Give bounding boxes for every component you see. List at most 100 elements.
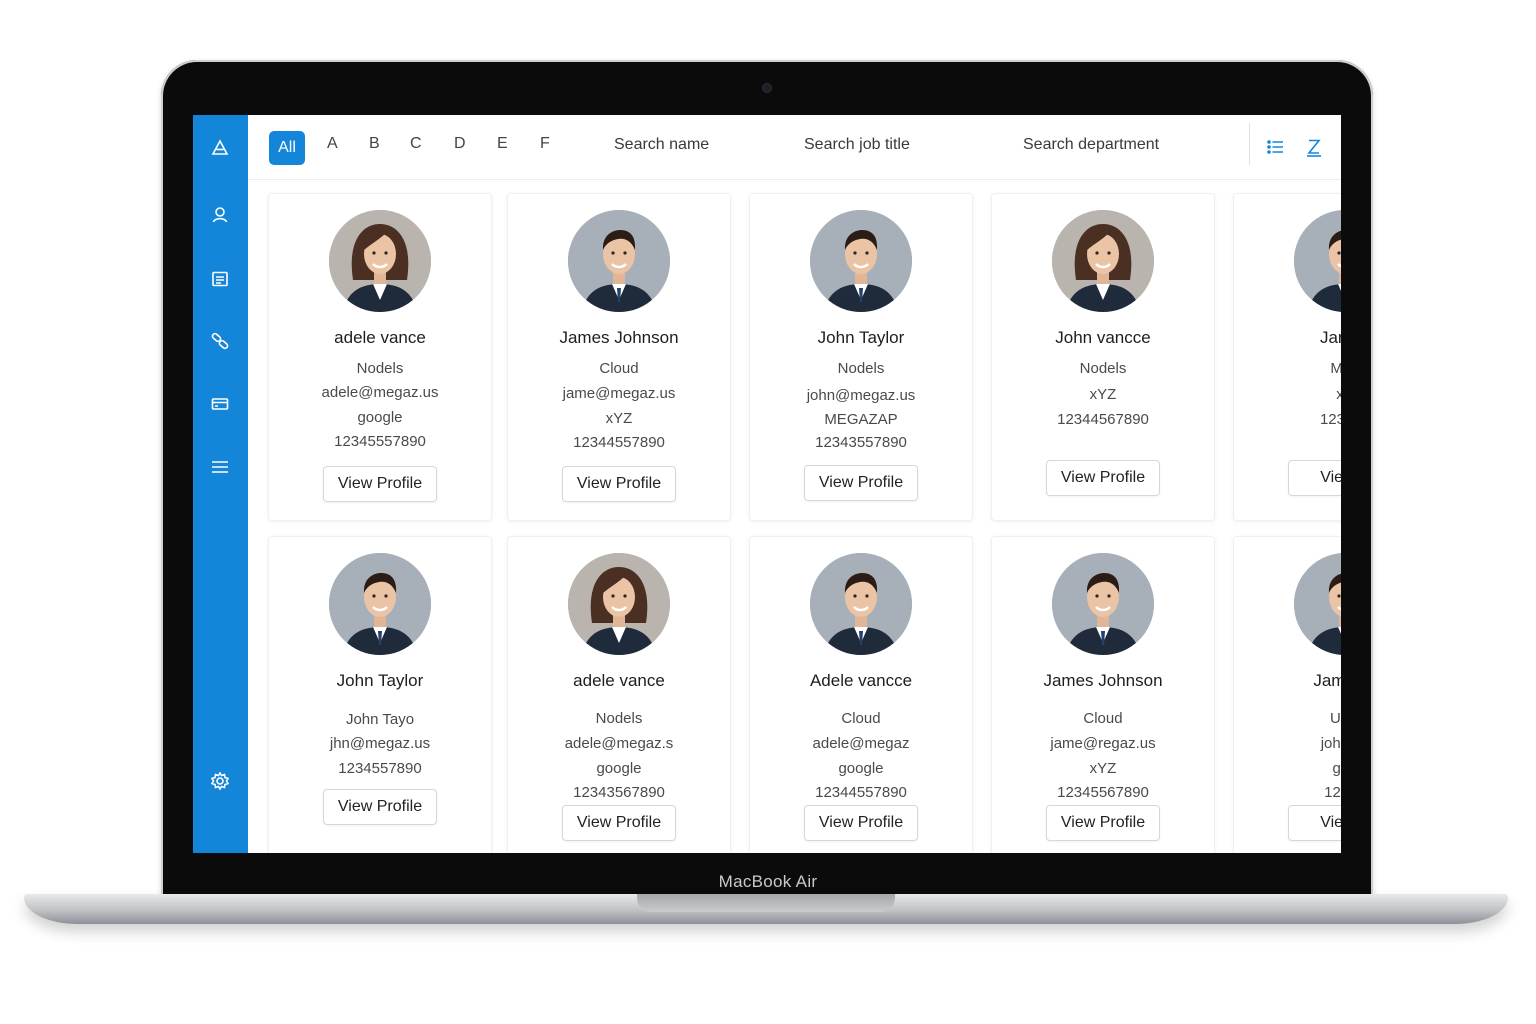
profile-name: John Taylor: [336, 671, 424, 690]
profile-detail: jame@regaz.us: [1050, 735, 1156, 752]
profile-detail: xY: [1234, 386, 1341, 403]
profile-name: adele vance: [334, 328, 426, 347]
view-profile-button[interactable]: View Profile: [804, 465, 918, 501]
profile-detail: xYZ: [605, 410, 633, 427]
profile-name: James J: [1313, 671, 1341, 690]
profile-detail: MEGAZAP: [824, 411, 898, 428]
profile-name: John Taylor: [817, 328, 905, 347]
profile-detail: Usel: [1329, 710, 1341, 727]
view-profile-button[interactable]: View Profile: [804, 805, 918, 841]
profile-name: adele vance: [573, 671, 665, 690]
device-label: MacBook Air: [718, 872, 818, 891]
profile-card: James Johnson Cloud jame@megaz.us xYZ 123445…: [507, 193, 731, 521]
filter-letter-b[interactable]: B: [369, 135, 380, 153]
profile-detail: john@r: [1320, 735, 1341, 752]
profile-detail: Nodels: [595, 710, 643, 727]
profile-card: James Johnson Cloud jame@regaz.us xYZ 123455…: [991, 536, 1215, 853]
avatar: [1294, 553, 1341, 655]
profile-card: James J Usel john@r goo 12345 View P: [1233, 536, 1341, 853]
profile-name: James: [1319, 328, 1341, 347]
profile-card: John Taylor John Tayo jhn@megaz.us 12345578…: [268, 536, 492, 853]
profile-detail: 12344557890: [573, 434, 665, 451]
avatar: [1052, 210, 1154, 312]
avatar: [329, 210, 431, 312]
filter-letter-d[interactable]: D: [454, 135, 466, 153]
profile-detail: xYZ: [1089, 386, 1117, 403]
profile-detail: adele@megaz: [812, 735, 910, 752]
profile-detail: 12345557890: [334, 433, 426, 450]
profile-detail: Mod: [1234, 360, 1341, 377]
document-icon[interactable]: [207, 266, 233, 292]
profile-detail: 1234557890: [338, 760, 422, 777]
profile-detail: google: [838, 760, 884, 777]
card-icon[interactable]: [207, 391, 233, 417]
search-department-input[interactable]: [1021, 135, 1215, 155]
filter-letter-e[interactable]: E: [497, 135, 508, 153]
profile-name: Adele vancce: [809, 671, 913, 690]
link-icon[interactable]: [207, 328, 233, 354]
filter-letter-c[interactable]: C: [410, 135, 422, 153]
sidebar: [193, 115, 248, 853]
view-profile-button[interactable]: View P: [1288, 460, 1341, 496]
profile-detail: john@megaz.us: [806, 387, 916, 404]
profile-name: James Johnson: [559, 328, 679, 347]
sort-icon[interactable]: [1304, 137, 1324, 157]
view-profile-button[interactable]: View Profile: [323, 466, 437, 502]
profile-detail: Nodels: [1079, 360, 1127, 377]
profile-detail: 12344557890: [815, 784, 907, 801]
profile-detail: Cloud: [841, 710, 881, 727]
profile-detail: adele@megaz.s: [564, 735, 674, 752]
profile-detail: Nodels: [837, 360, 885, 377]
settings-icon[interactable]: [207, 768, 233, 794]
laptop-notch: [637, 894, 895, 912]
view-profile-button[interactable]: View Profile: [323, 789, 437, 825]
avatar: [568, 553, 670, 655]
logo-icon[interactable]: [207, 135, 233, 161]
avatar: [1052, 553, 1154, 655]
filter-letter-f[interactable]: F: [540, 135, 550, 153]
view-profile-button[interactable]: View Profile: [562, 805, 676, 841]
view-profile-button[interactable]: View Profile: [1046, 460, 1160, 496]
profile-card: John vancce Nodels xYZ 12344567890 View Prof…: [991, 193, 1215, 521]
profile-detail: google: [596, 760, 642, 777]
filter-letter-a[interactable]: A: [327, 135, 338, 153]
view-profile-button[interactable]: View Profile: [562, 466, 676, 502]
list-view-icon[interactable]: [1266, 137, 1286, 157]
profile-detail: 12344567890: [1057, 411, 1149, 428]
search-job-title-input[interactable]: [802, 135, 966, 155]
profile-detail: 12345567890: [1057, 784, 1149, 801]
profile-detail: 12343567890: [573, 784, 665, 801]
avatar: [810, 553, 912, 655]
profile-detail: 12345: [1324, 784, 1341, 801]
profile-card: Adele vancce Cloud adele@megaz google 123445…: [749, 536, 973, 853]
avatar: [810, 210, 912, 312]
profile-card: adele vance Nodels adele@megaz.s google 1234…: [507, 536, 731, 853]
profile-detail: 123435: [1319, 411, 1341, 428]
profile-card: James Mod xY 123435 View P: [1233, 193, 1341, 521]
avatar: [568, 210, 670, 312]
menu-icon[interactable]: [207, 454, 233, 480]
profile-detail: John Tayo: [345, 711, 415, 728]
profile-card: adele vance Nodels adele@megaz.us google 123…: [268, 193, 492, 521]
avatar: [1294, 210, 1341, 312]
profile-detail: xYZ: [1089, 760, 1117, 777]
view-profile-button[interactable]: View P: [1288, 805, 1341, 841]
toolbar-divider: [1249, 123, 1250, 165]
filter-all-button[interactable]: All: [269, 131, 305, 165]
user-icon[interactable]: [207, 202, 233, 228]
profile-detail: jhn@megaz.us: [329, 735, 431, 752]
profile-name: John vancce: [1055, 328, 1151, 347]
camera-dot: [763, 84, 771, 92]
profile-detail: Cloud: [599, 360, 639, 377]
profile-detail: jame@megaz.us: [562, 385, 676, 402]
search-name-input[interactable]: [612, 135, 766, 155]
profile-name: James Johnson: [1043, 671, 1163, 690]
profile-detail: adele@megaz.us: [321, 384, 439, 401]
profile-detail: google: [357, 409, 403, 426]
profile-detail: Nodels: [356, 360, 404, 377]
profile-card: John Taylor Nodels john@megaz.us MEGAZAP 123…: [749, 193, 973, 521]
filter-toolbar: All A B C D E F: [248, 115, 1341, 180]
view-profile-button[interactable]: View Profile: [1046, 805, 1160, 841]
profile-detail: 12343557890: [815, 434, 907, 451]
profile-detail: goo: [1332, 760, 1341, 777]
